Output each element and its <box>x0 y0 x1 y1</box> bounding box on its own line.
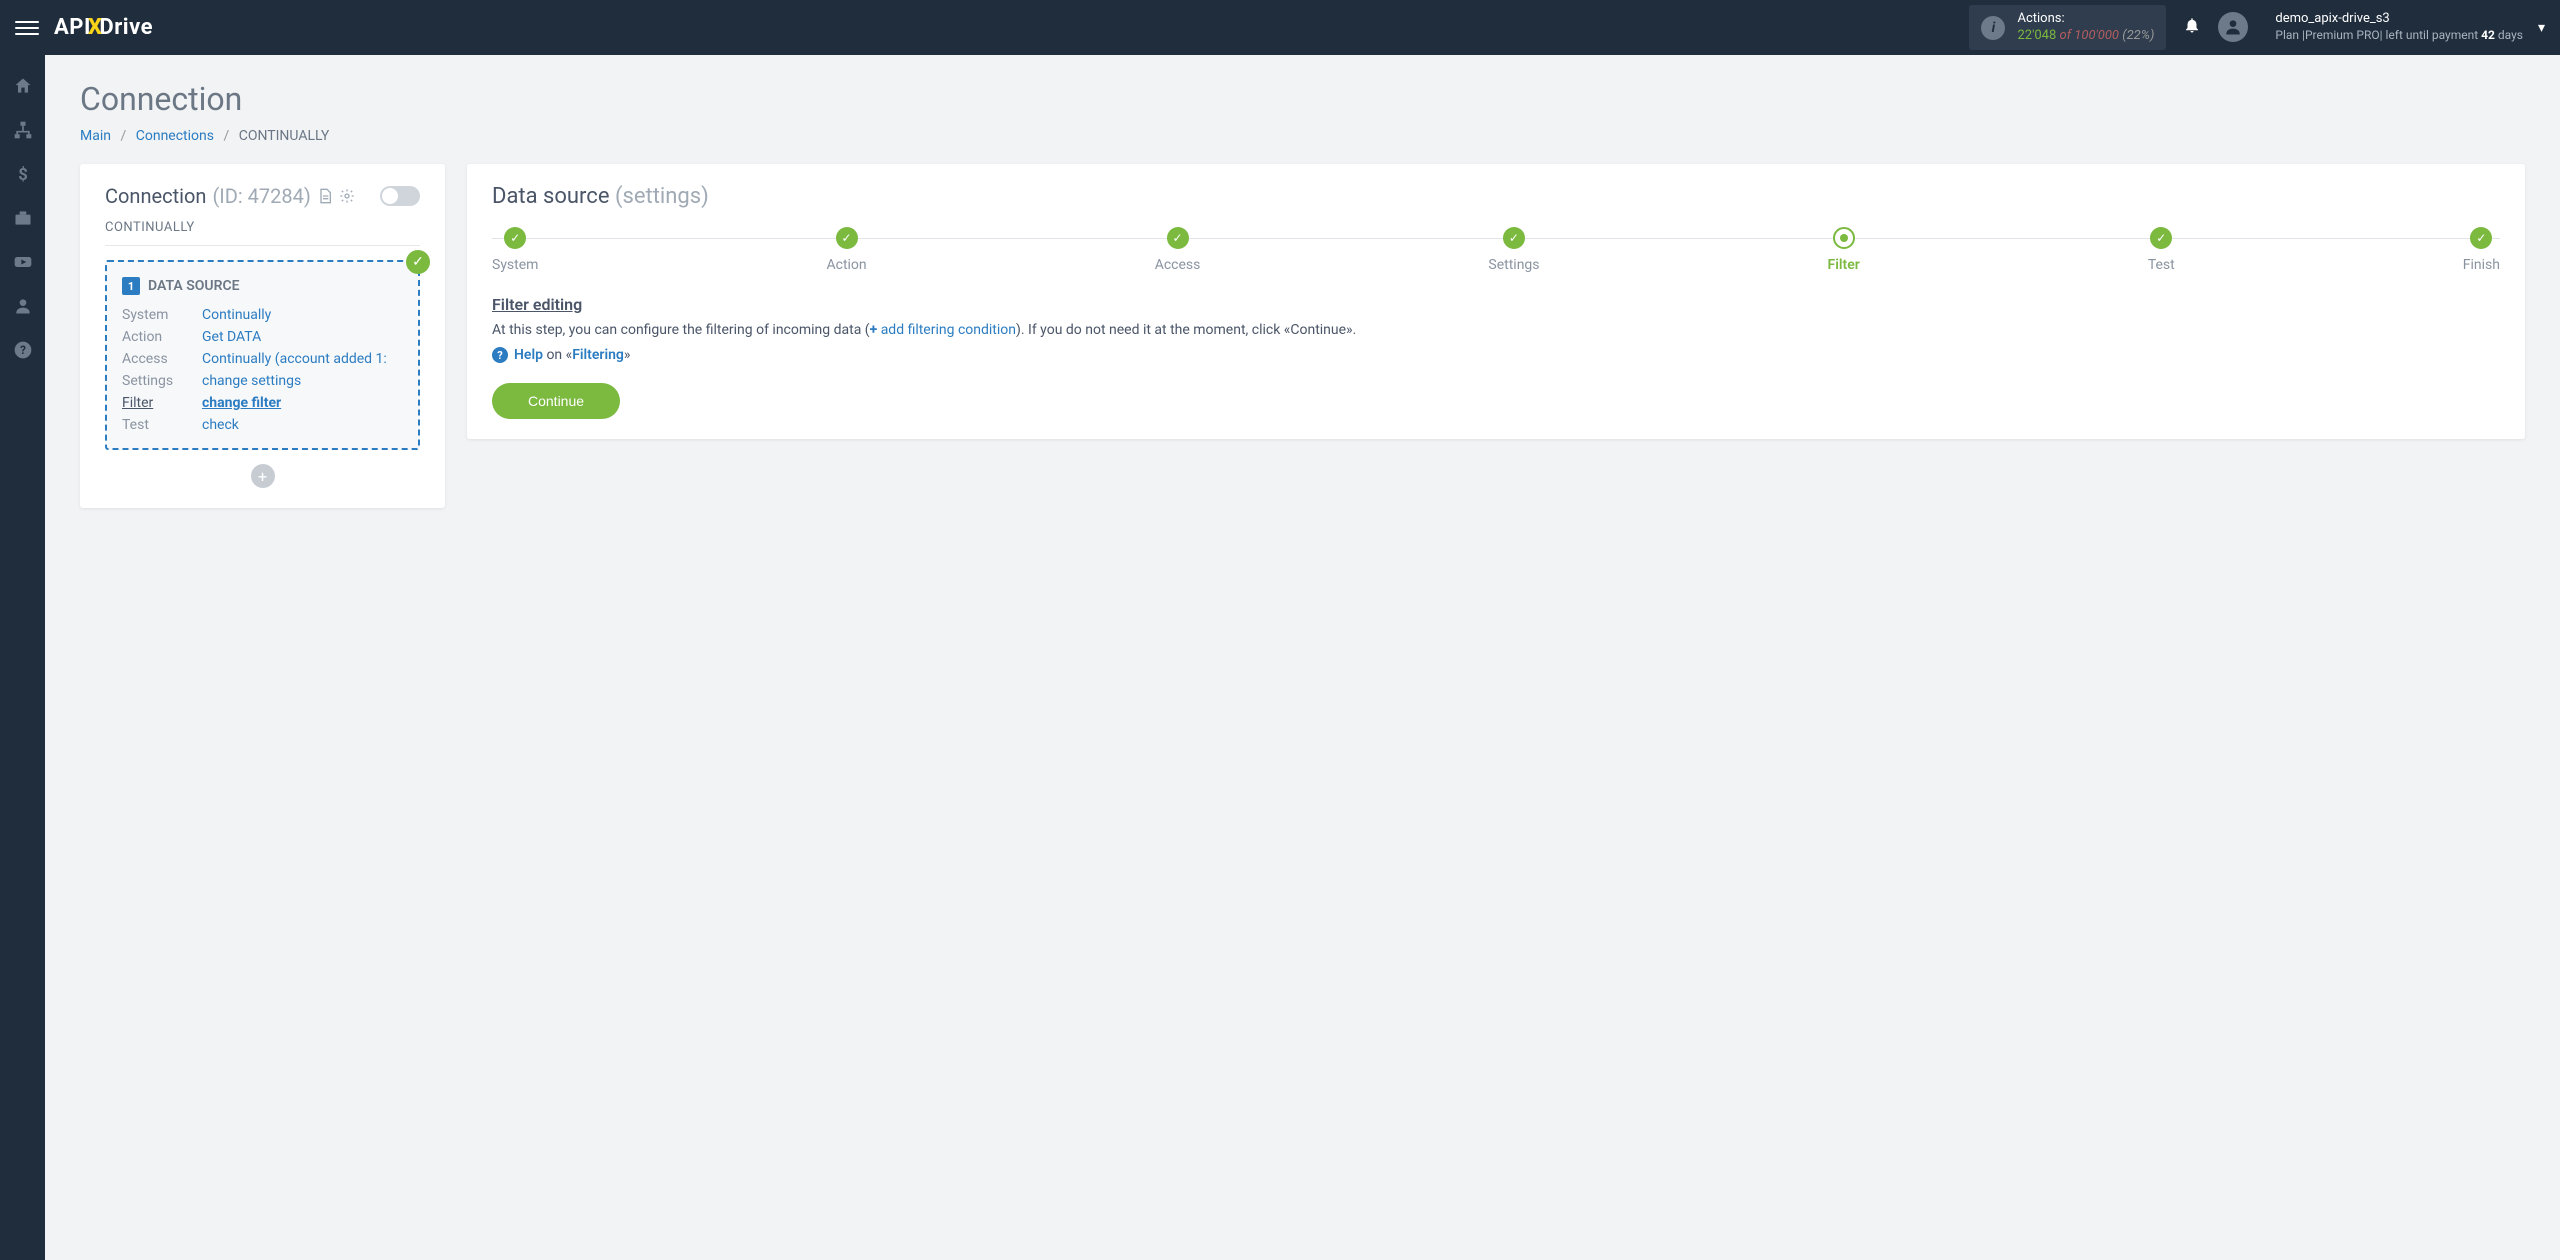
user-plan: Plan |Premium PRO| left until payment 42… <box>2275 28 2523 44</box>
row-system-value[interactable]: Continually <box>202 307 403 323</box>
row-test-label: Test <box>122 417 202 433</box>
document-icon[interactable] <box>317 188 333 204</box>
gear-icon[interactable] <box>339 188 355 204</box>
breadcrumb: Main / Connections / CONTINUALLY <box>80 128 2525 144</box>
row-filter-label: Filter <box>122 395 202 411</box>
breadcrumb-main[interactable]: Main <box>80 128 111 144</box>
data-source-title-row: 1 DATA SOURCE <box>122 277 403 295</box>
info-icon: i <box>1981 16 2005 40</box>
notifications-icon[interactable] <box>2181 16 2203 39</box>
user-name: demo_apix-drive_s3 <box>2275 11 2523 28</box>
actions-total: 100'000 <box>2074 28 2119 43</box>
row-action-value[interactable]: Get DATA <box>202 329 403 345</box>
question-icon: ? <box>492 347 508 363</box>
user-icon[interactable] <box>12 295 34 317</box>
breadcrumb-current: CONTINUALLY <box>239 128 330 144</box>
step-action[interactable]: ✓Action <box>826 227 866 273</box>
add-destination-button[interactable]: + <box>251 464 275 488</box>
logo-text-x: X <box>88 15 103 40</box>
filter-heading: Filter editing <box>492 295 2500 314</box>
actions-counter[interactable]: i Actions: 22'048 of 100'000 (22%) <box>1969 5 2166 51</box>
step-test[interactable]: ✓Test <box>2148 227 2175 273</box>
help-icon[interactable]: ? <box>12 339 34 361</box>
help-filtering-link[interactable]: Filtering <box>572 347 624 363</box>
check-badge-icon: ✓ <box>406 250 430 274</box>
filter-description: At this step, you can configure the filt… <box>492 320 2500 341</box>
topbar: APIXDrive i Actions: 22'048 of 100'000 (… <box>0 0 2560 55</box>
continue-button[interactable]: Continue <box>492 383 620 419</box>
avatar-icon <box>2218 12 2248 42</box>
dollar-icon[interactable]: $ <box>12 163 34 185</box>
actions-used: 22'048 <box>2017 28 2056 43</box>
connection-header: Connection (ID: 47284) <box>105 184 420 208</box>
row-settings-label: Settings <box>122 373 202 389</box>
step-system[interactable]: ✓System <box>492 227 538 273</box>
logo-text-post: Drive <box>99 15 153 40</box>
step-access[interactable]: ✓Access <box>1155 227 1201 273</box>
row-settings-value[interactable]: change settings <box>202 373 403 389</box>
stepper: ✓System ✓Action ✓Access ✓Settings Filter… <box>492 227 2500 273</box>
connection-card: Connection (ID: 47284) CONTINUALLY ✓ 1 D… <box>80 164 445 508</box>
logo[interactable]: APIXDrive <box>54 15 153 40</box>
user-menu[interactable]: demo_apix-drive_s3 Plan |Premium PRO| le… <box>2218 11 2523 43</box>
connection-id: (ID: 47284) <box>212 184 310 208</box>
connection-name: CONTINUALLY <box>105 220 420 246</box>
step-filter[interactable]: Filter <box>1828 227 1860 273</box>
help-link[interactable]: Help <box>514 347 543 363</box>
row-filter-value[interactable]: change filter <box>202 395 403 411</box>
data-source-box: ✓ 1 DATA SOURCE System Continually Actio… <box>105 260 420 450</box>
row-access-value[interactable]: Continually (account added 1: <box>202 351 403 367</box>
row-action-label: Action <box>122 329 202 345</box>
breadcrumb-connections[interactable]: Connections <box>136 128 214 144</box>
settings-title: Data source (settings) <box>492 184 2500 209</box>
actions-label: Actions: <box>2017 11 2154 28</box>
row-access-label: Access <box>122 351 202 367</box>
chevron-down-icon[interactable]: ▾ <box>2538 20 2545 36</box>
network-icon[interactable] <box>12 119 34 141</box>
actions-pct: (22%) <box>2122 28 2154 43</box>
logo-text-pre: API <box>54 15 91 40</box>
menu-toggle-icon[interactable] <box>15 16 39 40</box>
connection-toggle[interactable] <box>380 186 420 206</box>
svg-text:$: $ <box>18 166 28 184</box>
actions-text: Actions: 22'048 of 100'000 (22%) <box>2017 11 2154 45</box>
home-icon[interactable] <box>12 75 34 97</box>
page-title: Connection <box>80 80 2525 118</box>
step-finish[interactable]: ✓Finish <box>2463 227 2500 273</box>
svg-text:?: ? <box>20 343 26 357</box>
settings-card: Data source (settings) ✓System ✓Action ✓… <box>467 164 2525 439</box>
row-system-label: System <box>122 307 202 323</box>
connection-title: Connection <box>105 184 206 208</box>
sidebar: $ ? <box>0 55 45 1260</box>
data-source-badge: 1 <box>122 277 140 295</box>
youtube-icon[interactable] <box>12 251 34 273</box>
main-content: Connection Main / Connections / CONTINUA… <box>45 55 2560 533</box>
help-line: ? Help on «Filtering» <box>492 347 2500 363</box>
add-filter-condition-link[interactable]: add filtering condition <box>881 322 1016 338</box>
actions-of: of <box>2060 28 2072 43</box>
step-settings[interactable]: ✓Settings <box>1488 227 1539 273</box>
briefcase-icon[interactable] <box>12 207 34 229</box>
data-source-title: DATA SOURCE <box>148 278 240 294</box>
row-test-value[interactable]: check <box>202 417 403 433</box>
